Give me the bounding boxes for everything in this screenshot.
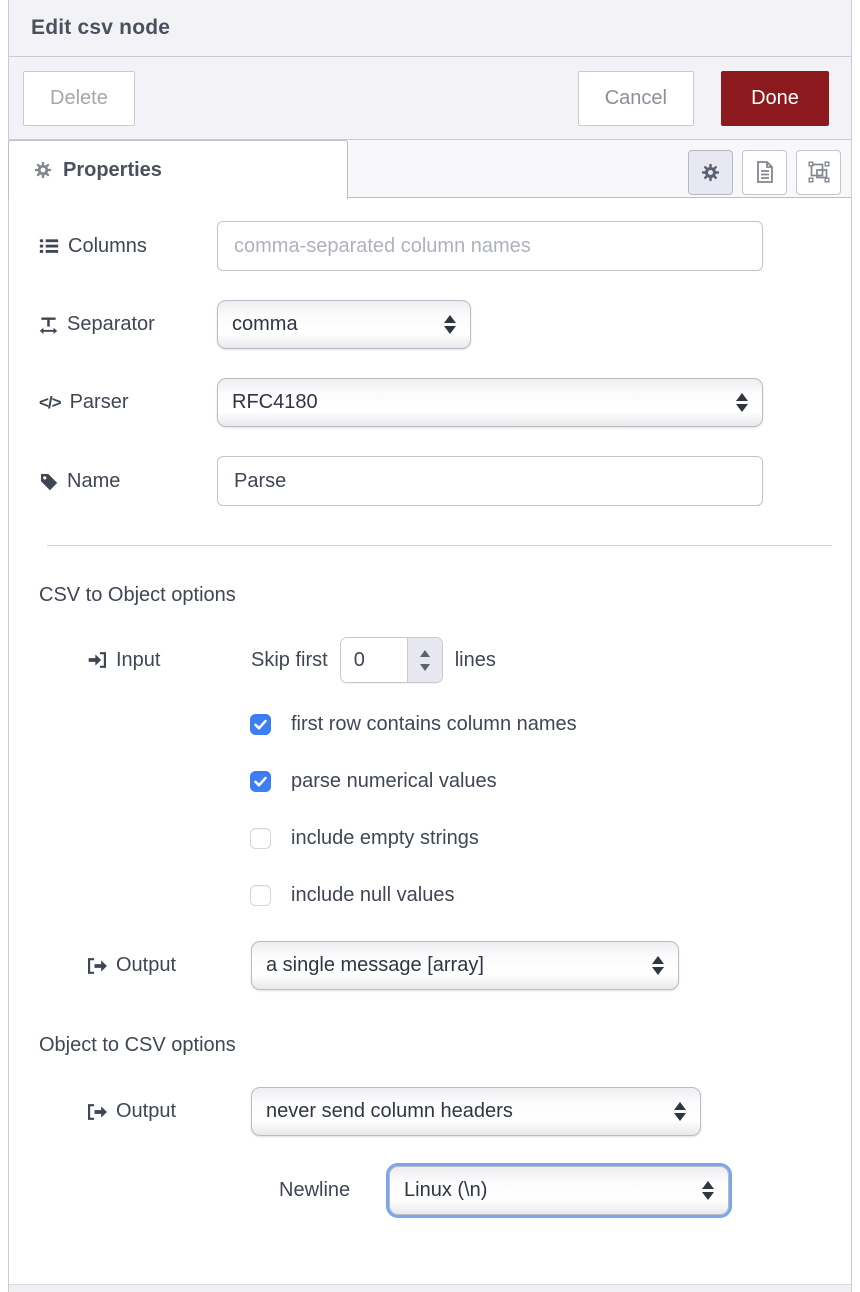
properties-panel: Columns Separator comma [9,198,851,1215]
checkbox-row[interactable]: include empty strings [250,827,821,850]
checkbox-label: include empty strings [291,827,479,850]
checkbox-row[interactable]: parse numerical values [250,770,821,793]
obj-output-label: Output [116,1100,176,1123]
parser-select[interactable]: RFC4180 [217,378,763,427]
checkbox[interactable] [250,828,271,849]
dialog-title: Edit csv node [31,16,170,40]
properties-gear-button[interactable] [688,150,733,195]
columns-row: Columns [39,221,821,271]
checkbox[interactable] [250,771,271,792]
parser-select-value: RFC4180 [232,391,726,414]
csv-output-select[interactable]: a single message [array] [251,941,679,990]
skip-lines-stepper[interactable]: 0 [340,637,443,683]
edit-csv-node-dialog: Edit csv node Delete Cancel Done [8,0,852,1292]
checkbox-list: first row contains column names parse num… [250,713,821,907]
name-input[interactable] [217,456,763,506]
parser-row: </> Parser RFC4180 [39,378,821,427]
newline-label: Newline [279,1179,389,1202]
tab-properties[interactable]: Properties [8,140,348,199]
select-updown-icon [702,1181,714,1200]
csv-output-row: Output a single message [array] [87,941,821,990]
gear-icon [33,160,53,180]
checkbox-row[interactable]: include null values [250,884,821,907]
obj-output-select-value: never send column headers [266,1100,664,1123]
tag-icon [39,472,58,491]
separator-select-value: comma [232,313,434,336]
section-divider [47,545,832,546]
csv-output-label: Output [116,954,176,977]
separator-row: Separator comma [39,300,821,349]
done-button[interactable]: Done [721,71,829,126]
separator-select[interactable]: comma [217,300,471,349]
columns-label: Columns [68,235,147,258]
checkbox-label: first row contains column names [291,713,577,736]
obj-output-label-group: Output [87,1100,251,1123]
csv-output-label-group: Output [87,954,251,977]
newline-row: Newline Linux (\n) [279,1166,821,1215]
sign-out-icon [87,956,107,976]
checkbox[interactable] [250,714,271,735]
sign-in-icon [87,650,107,670]
select-updown-icon [736,393,748,412]
input-label-group: Input [87,649,251,672]
dialog-button-bar: Delete Cancel Done [9,57,851,140]
select-updown-icon [444,315,456,334]
checkbox[interactable] [250,885,271,906]
separator-label: Separator [67,313,155,336]
input-label: Input [116,649,160,672]
csv-output-select-value: a single message [array] [266,954,642,977]
description-doc-button[interactable] [742,150,787,195]
checkbox-label: parse numerical values [291,770,497,793]
dialog-footer-strip [9,1284,851,1292]
tab-bar: Properties [9,140,851,198]
checkbox-row[interactable]: first row contains column names [250,713,821,736]
sign-out-icon [87,1102,107,1122]
csv-to-object-heading: CSV to Object options [39,584,821,607]
list-icon [39,236,59,256]
obj-output-select[interactable]: never send column headers [251,1087,701,1136]
lines-text: lines [455,649,496,672]
appearance-group-button[interactable] [796,150,841,195]
columns-label-group: Columns [39,235,217,258]
select-updown-icon [652,956,664,975]
tab-properties-label: Properties [63,159,162,182]
object-to-csv-heading: Object to CSV options [39,1034,821,1057]
obj-output-row: Output never send column headers [87,1087,821,1136]
parser-label-group: </> Parser [39,391,217,414]
tab-icon-group [688,140,851,198]
cancel-button[interactable]: Cancel [578,71,694,126]
skip-first-text: Skip first [251,649,328,672]
name-label: Name [67,470,120,493]
stepper-arrows-icon[interactable] [407,638,442,682]
name-label-group: Name [39,470,217,493]
dialog-titlebar: Edit csv node [9,0,851,57]
columns-input[interactable] [217,221,763,271]
text-width-icon [39,315,58,335]
parser-label: Parser [70,391,129,414]
separator-label-group: Separator [39,313,217,336]
select-updown-icon [674,1102,686,1121]
newline-select[interactable]: Linux (\n) [389,1166,729,1215]
name-row: Name [39,456,821,506]
newline-select-value: Linux (\n) [404,1179,692,1202]
skip-lines-value[interactable]: 0 [341,638,407,682]
delete-button[interactable]: Delete [23,71,135,126]
code-icon: </> [39,393,61,413]
input-row: Input Skip first 0 lines [87,637,821,683]
checkbox-label: include null values [291,884,454,907]
